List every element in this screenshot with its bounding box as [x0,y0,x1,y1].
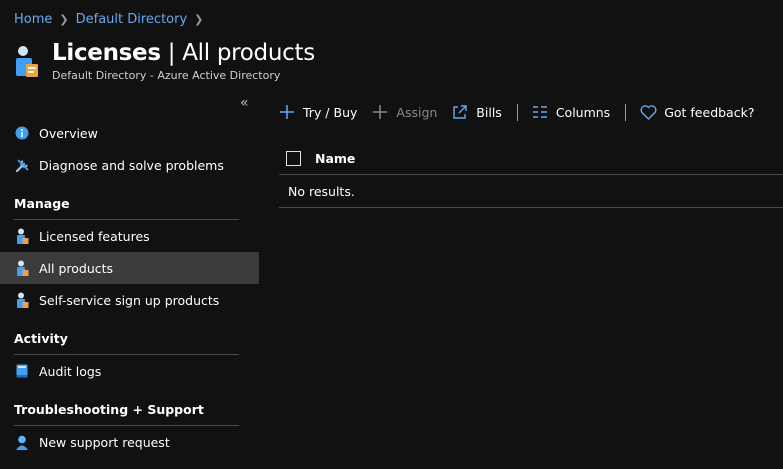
section-manage-title: Manage [14,195,70,211]
grid-header: Name [279,142,783,175]
sidebar: « Overview Diagnose and solve problems M… [0,95,259,458]
license-icon [14,260,30,276]
sidebar-item-audit-logs[interactable]: Audit logs [0,355,259,387]
license-icon [14,292,30,308]
try-buy-label: Try / Buy [303,104,358,120]
breadcrumb: Home ❯ Default Directory ❯ [14,12,210,27]
breadcrumb-home-link[interactable]: Home [14,12,52,27]
column-header-name[interactable]: Name [315,151,355,166]
assign-button[interactable]: Assign [372,104,437,121]
book-icon [14,363,30,379]
info-icon [14,125,30,141]
bills-label: Bills [476,104,502,120]
sidebar-item-label: Licensed features [39,228,150,244]
products-grid: Name No results. [279,142,783,208]
external-link-icon [452,104,469,121]
support-person-icon [14,434,30,450]
feedback-button[interactable]: Got feedback? [632,104,754,121]
toolbar-divider [516,103,518,121]
command-bar: Try / Buy Assign Bills Columns Got feedb… [279,97,769,127]
heart-icon [640,104,657,121]
section-support-title: Troubleshooting + Support [14,401,204,417]
page-title-rest: | All products [160,40,315,66]
breadcrumb-directory-link[interactable]: Default Directory [76,12,188,27]
collapse-sidebar-icon[interactable]: « [240,95,249,111]
sidebar-item-new-support-request[interactable]: New support request [0,426,259,458]
sidebar-item-label: Self-service sign up products [39,292,220,308]
license-icon [14,228,30,244]
plus-icon [279,104,296,121]
sidebar-item-label: All products [39,260,114,276]
wrench-icon [14,157,30,173]
try-buy-button[interactable]: Try / Buy [271,104,357,121]
page-title-main: Licenses [52,40,161,66]
columns-label: Columns [555,104,611,120]
page-title: Licenses | All products [52,40,315,66]
sidebar-item-self-service[interactable]: Self-service sign up products [0,284,259,316]
columns-button[interactable]: Columns [524,104,610,121]
page-subtitle: Default Directory - Azure Active Directo… [52,69,281,82]
plus-icon [372,104,389,121]
section-activity-title: Activity [14,330,68,346]
sidebar-item-label: New support request [39,434,170,450]
sidebar-item-licensed-features[interactable]: Licensed features [0,220,259,252]
columns-icon [532,104,549,121]
empty-results-message: No results. [279,175,783,208]
assign-label: Assign [396,104,438,120]
sidebar-item-label: Overview [39,125,98,141]
feedback-label: Got feedback? [664,104,755,120]
sidebar-item-overview[interactable]: Overview [0,117,259,149]
select-all-checkbox[interactable] [286,150,301,166]
chevron-right-icon: ❯ [59,13,69,26]
sidebar-item-all-products[interactable]: All products [0,252,259,284]
page-header: Licenses | All products Default Director… [14,40,315,82]
toolbar-divider [625,103,627,121]
sidebar-item-diagnose[interactable]: Diagnose and solve problems [0,149,259,181]
bills-button[interactable]: Bills [452,104,502,121]
sidebar-item-label: Diagnose and solve problems [39,157,224,173]
license-icon [16,46,38,77]
chevron-right-icon: ❯ [194,13,204,26]
sidebar-item-label: Audit logs [39,363,102,379]
